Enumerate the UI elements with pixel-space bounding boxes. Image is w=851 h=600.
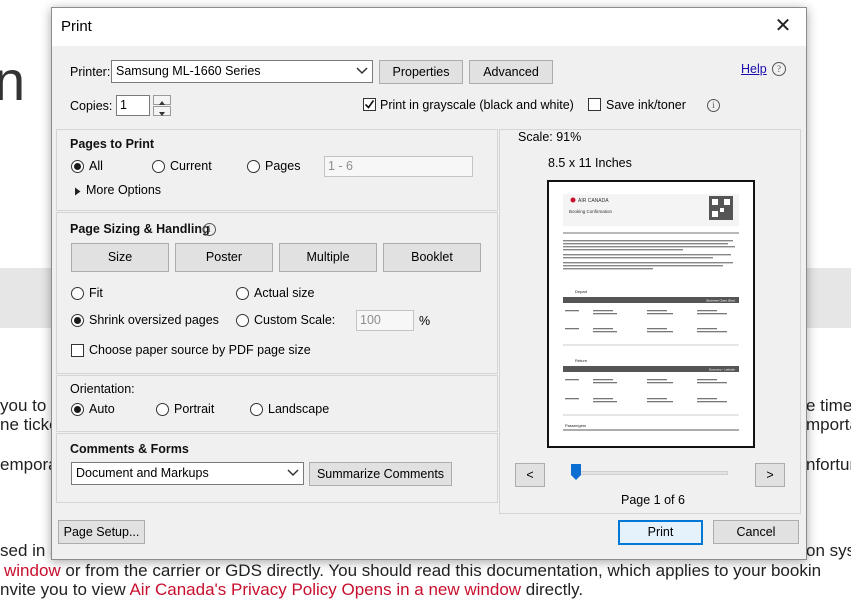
actual-size-label: Actual size — [254, 286, 315, 300]
pages-range-input[interactable]: 1 - 6 — [324, 156, 473, 177]
previous-page-button[interactable]: < — [515, 463, 545, 487]
title-bar: Print ✕ — [52, 8, 806, 46]
page-preview-thumbnail: AIR CANADA Booking Confirmation Depart B… — [563, 194, 739, 431]
booklet-button[interactable]: Booklet — [383, 243, 481, 272]
background-text: ne ticke — [0, 415, 59, 434]
paper-source-checkbox[interactable] — [71, 344, 84, 357]
stepper-up-icon[interactable] — [153, 95, 171, 105]
chevron-down-icon — [356, 61, 368, 75]
preview-return-cabin: Economy - Latitude — [709, 368, 735, 372]
help-link[interactable]: Help — [741, 62, 767, 76]
help-question-icon[interactable]: ? — [772, 62, 786, 76]
preview-passengers-label: Passengers — [565, 423, 586, 428]
paper-source-label: Choose paper source by PDF page size — [89, 343, 311, 357]
percent-label: % — [419, 314, 431, 328]
next-page-button[interactable]: > — [755, 463, 785, 487]
print-dialog: Print ✕ Printer: Samsung ML-1660 Series … — [51, 7, 807, 560]
shrink-oversized-label: Shrink oversized pages — [89, 313, 219, 327]
orientation-landscape-radio[interactable] — [250, 403, 263, 416]
pages-current-radio[interactable] — [152, 160, 165, 173]
background-link[interactable]: window — [4, 561, 61, 580]
close-icon[interactable]: ✕ — [772, 15, 794, 37]
size-button[interactable]: Size — [71, 243, 169, 272]
printer-label: Printer: — [70, 65, 111, 79]
actual-size-radio[interactable] — [236, 287, 249, 300]
background-text: e time — [806, 396, 851, 415]
save-ink-checkbox[interactable] — [588, 98, 601, 111]
scale-readout: Scale: 91% — [518, 130, 582, 144]
copies-label: Copies: — [70, 99, 113, 113]
advanced-button[interactable]: Advanced — [469, 60, 553, 84]
preview-brand: AIR CANADA — [578, 198, 609, 204]
preview-doc-title: Booking Confirmation — [569, 209, 613, 214]
paper-size-label: 8.5 x 11 Inches — [548, 156, 632, 170]
print-button[interactable]: Print — [618, 520, 703, 545]
comments-forms-heading: Comments & Forms — [70, 442, 189, 456]
pages-to-print-heading: Pages to Print — [70, 137, 155, 151]
page-setup-button[interactable]: Page Setup... — [58, 520, 145, 544]
pages-current-label: Current — [170, 159, 212, 173]
copies-input[interactable]: 1 — [116, 95, 150, 116]
preview-return-label: Return — [575, 358, 587, 363]
preview-depart-cabin: Business Class (Bus) — [706, 299, 735, 303]
orientation-landscape-label: Landscape — [268, 402, 330, 416]
custom-scale-radio[interactable] — [236, 314, 249, 327]
info-icon[interactable]: i — [203, 223, 216, 236]
background-text: on sys — [806, 541, 851, 560]
grayscale-checkbox[interactable] — [363, 98, 376, 111]
comments-forms-value: Document and Markups — [76, 466, 209, 480]
page-preview: AIR CANADA Booking Confirmation Depart B… — [547, 180, 755, 448]
pages-all-label: All — [89, 159, 103, 173]
custom-scale-input[interactable]: 100 — [356, 310, 414, 331]
cancel-button[interactable]: Cancel — [713, 520, 799, 544]
printer-select-value: Samsung ML-1660 Series — [116, 64, 261, 78]
chevron-down-icon — [287, 463, 299, 477]
preview-depart-label: Depart — [575, 289, 588, 294]
pages-all-radio[interactable] — [71, 160, 84, 173]
orientation-portrait-radio[interactable] — [156, 403, 169, 416]
background-text: you to t — [0, 396, 56, 415]
save-ink-label: Save ink/toner — [606, 98, 686, 112]
shrink-oversized-radio[interactable] — [71, 314, 84, 327]
more-options-toggle[interactable]: More Options — [86, 183, 161, 197]
page-slider-track[interactable] — [572, 471, 728, 475]
background-text: mporta — [806, 415, 851, 434]
summarize-comments-button[interactable]: Summarize Comments — [309, 462, 452, 486]
copies-stepper[interactable] — [153, 95, 171, 116]
grayscale-label: Print in grayscale (black and white) — [380, 98, 574, 112]
page-indicator: Page 1 of 6 — [621, 493, 685, 507]
stepper-down-icon[interactable] — [153, 106, 171, 116]
orientation-heading: Orientation: — [70, 382, 135, 396]
dialog-title: Print — [61, 18, 92, 35]
orientation-auto-radio[interactable] — [71, 403, 84, 416]
orientation-auto-label: Auto — [89, 402, 115, 416]
fit-radio[interactable] — [71, 287, 84, 300]
multiple-button[interactable]: Multiple — [279, 243, 377, 272]
background-text: nfortun — [806, 455, 851, 474]
expand-triangle-icon[interactable] — [74, 185, 82, 199]
custom-scale-label: Custom Scale: — [254, 313, 336, 327]
background-heading-fragment: n — [0, 49, 26, 112]
pages-range-radio[interactable] — [247, 160, 260, 173]
pages-range-label: Pages — [265, 159, 301, 173]
info-icon[interactable]: i — [707, 99, 720, 112]
orientation-portrait-label: Portrait — [174, 402, 215, 416]
page-sizing-heading: Page Sizing & Handling — [70, 222, 210, 236]
fit-label: Fit — [89, 286, 103, 300]
background-text: empora — [0, 455, 58, 474]
printer-select[interactable]: Samsung ML-1660 Series — [111, 60, 373, 83]
poster-button[interactable]: Poster — [175, 243, 273, 272]
comments-forms-select[interactable]: Document and Markups — [71, 462, 304, 485]
page-slider-thumb[interactable] — [571, 464, 581, 480]
properties-button[interactable]: Properties — [379, 60, 463, 84]
background-text: or from the carrier or GDS directly. You… — [60, 561, 822, 580]
